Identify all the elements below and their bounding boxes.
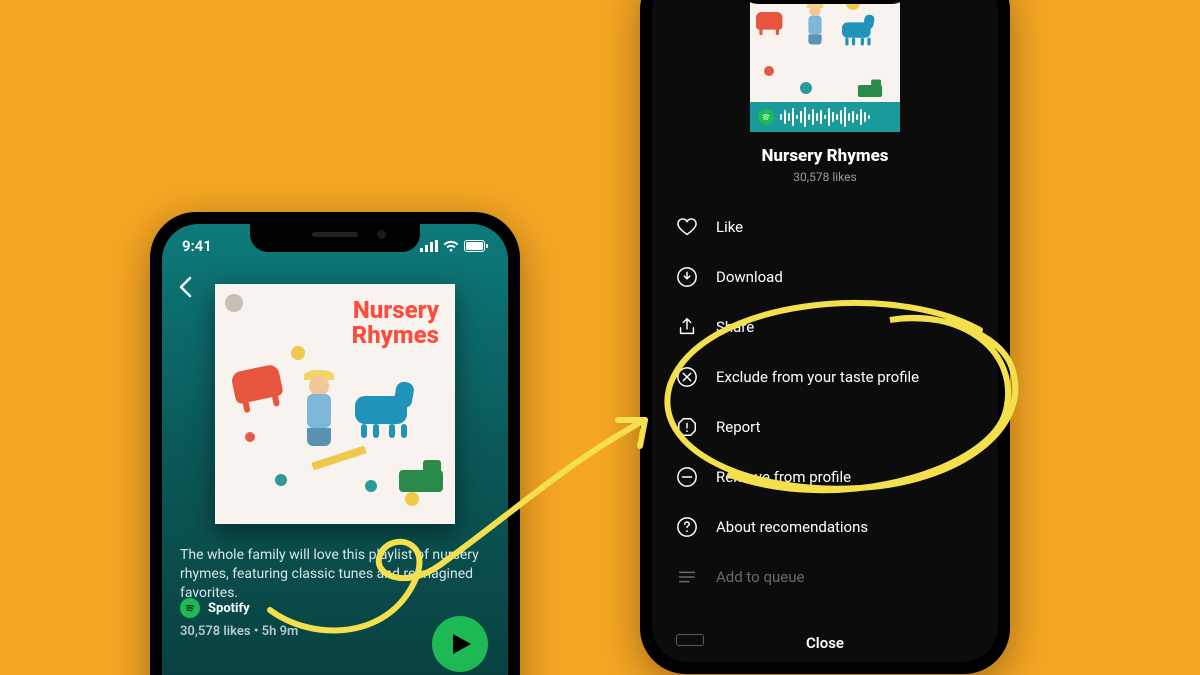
menu-item-share[interactable]: Share [652,302,998,352]
toy-pencil [311,446,367,471]
decor-dot [365,480,377,492]
playlist-description: The whole family will love this playlist… [180,546,490,603]
cover-title: Nursery Rhymes [352,298,439,348]
decor-dot [291,346,305,360]
playlist-cover: Nursery Rhymes [215,284,455,524]
play-button[interactable] [432,616,488,672]
question-icon [676,516,698,538]
status-icons [420,240,488,252]
exclude-icon [676,366,698,388]
playlist-owner[interactable]: Spotify [180,598,250,618]
phone-right-screen: Nursery Rhymes 30,578 likes Like Downloa… [652,0,998,662]
menu-item-report[interactable]: Report [652,402,998,452]
menu-item-add-queue[interactable]: Add to queue [652,552,998,602]
context-menu: Like Download Share Exclude from your ta… [652,202,998,602]
close-button[interactable]: Close [652,634,998,652]
download-icon [676,266,698,288]
toy-horse [355,388,417,432]
status-time: 9:41 [182,237,212,255]
heart-icon [676,216,698,238]
owner-name: Spotify [208,601,250,616]
chevron-left-icon [178,276,192,298]
context-cover [750,0,900,132]
menu-label: Share [716,318,754,336]
menu-item-like[interactable]: Like [652,202,998,252]
menu-label: Like [716,218,743,236]
phone-notch [740,0,910,4]
phone-left: 9:41 Nursery Rhymes [150,212,520,675]
battery-icon [464,240,488,252]
spotify-code-bars [780,107,870,127]
decor-dot [245,432,255,442]
playlist-meta: 30,578 likes • 5h 9m [180,624,298,639]
phone-left-screen: 9:41 Nursery Rhymes [162,224,508,675]
share-icon [676,316,698,338]
spotify-badge-icon [225,294,243,312]
context-likes: 30,578 likes [652,170,998,184]
menu-label: Remove from profile [716,468,851,486]
menu-item-remove[interactable]: Remove from profile [652,452,998,502]
spotify-logo-icon [758,109,774,125]
toy-truck [399,470,443,492]
context-title: Nursery Rhymes [652,146,998,166]
report-icon [676,416,698,438]
spotify-logo-icon [180,598,200,618]
spotify-code [750,102,900,132]
decor-dot [275,474,287,486]
wifi-icon [443,240,459,252]
promo-stage: 9:41 Nursery Rhymes [0,0,1200,675]
play-icon [451,632,473,656]
toy-boy [299,376,339,446]
menu-item-download[interactable]: Download [652,252,998,302]
menu-item-about[interactable]: About recomendations [652,502,998,552]
phone-right: Nursery Rhymes 30,578 likes Like Downloa… [640,0,1010,674]
toy-cow [230,363,284,404]
menu-label: About recomendations [716,518,868,536]
menu-label: Download [716,268,783,286]
queue-icon [676,566,698,588]
decor-dot [405,492,419,506]
menu-item-exclude[interactable]: Exclude from your taste profile [652,352,998,402]
menu-label: Exclude from your taste profile [716,368,919,386]
menu-label: Add to queue [716,568,804,586]
phone-notch [250,224,420,252]
signal-icon [420,240,438,252]
back-button[interactable] [178,276,192,302]
menu-label: Report [716,418,761,436]
remove-icon [676,466,698,488]
